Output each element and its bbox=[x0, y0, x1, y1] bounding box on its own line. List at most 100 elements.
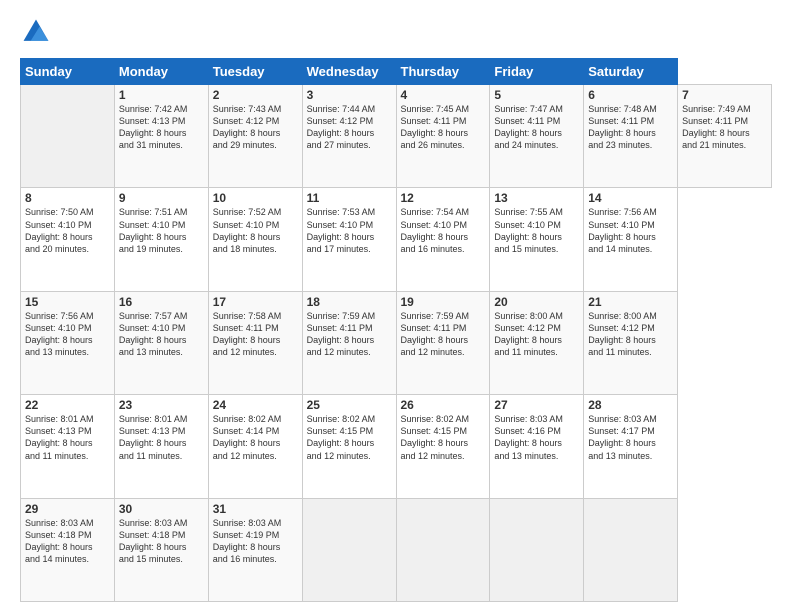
calendar-cell: 17Sunrise: 7:58 AM Sunset: 4:11 PM Dayli… bbox=[208, 291, 302, 394]
day-number: 3 bbox=[307, 88, 392, 102]
day-info: Sunrise: 7:54 AM Sunset: 4:10 PM Dayligh… bbox=[401, 206, 486, 255]
calendar-cell: 23Sunrise: 8:01 AM Sunset: 4:13 PM Dayli… bbox=[114, 395, 208, 498]
day-info: Sunrise: 8:01 AM Sunset: 4:13 PM Dayligh… bbox=[25, 413, 110, 462]
day-info: Sunrise: 8:00 AM Sunset: 4:12 PM Dayligh… bbox=[494, 310, 579, 359]
day-number: 17 bbox=[213, 295, 298, 309]
day-info: Sunrise: 7:48 AM Sunset: 4:11 PM Dayligh… bbox=[588, 103, 673, 152]
day-number: 8 bbox=[25, 191, 110, 205]
day-number: 25 bbox=[307, 398, 392, 412]
day-number: 28 bbox=[588, 398, 673, 412]
day-number: 10 bbox=[213, 191, 298, 205]
day-info: Sunrise: 7:51 AM Sunset: 4:10 PM Dayligh… bbox=[119, 206, 204, 255]
day-info: Sunrise: 7:59 AM Sunset: 4:11 PM Dayligh… bbox=[307, 310, 392, 359]
day-info: Sunrise: 7:43 AM Sunset: 4:12 PM Dayligh… bbox=[213, 103, 298, 152]
calendar-cell: 14Sunrise: 7:56 AM Sunset: 4:10 PM Dayli… bbox=[584, 188, 678, 291]
day-number: 22 bbox=[25, 398, 110, 412]
calendar-body: 1Sunrise: 7:42 AM Sunset: 4:13 PM Daylig… bbox=[21, 85, 772, 602]
calendar-cell: 18Sunrise: 7:59 AM Sunset: 4:11 PM Dayli… bbox=[302, 291, 396, 394]
calendar-cell: 28Sunrise: 8:03 AM Sunset: 4:17 PM Dayli… bbox=[584, 395, 678, 498]
day-number: 12 bbox=[401, 191, 486, 205]
weekday-header-wednesday: Wednesday bbox=[302, 59, 396, 85]
day-info: Sunrise: 8:03 AM Sunset: 4:18 PM Dayligh… bbox=[119, 517, 204, 566]
calendar-cell bbox=[490, 498, 584, 601]
calendar-cell: 8Sunrise: 7:50 AM Sunset: 4:10 PM Daylig… bbox=[21, 188, 115, 291]
calendar-cell bbox=[21, 85, 115, 188]
day-number: 21 bbox=[588, 295, 673, 309]
calendar-cell: 5Sunrise: 7:47 AM Sunset: 4:11 PM Daylig… bbox=[490, 85, 584, 188]
day-info: Sunrise: 7:56 AM Sunset: 4:10 PM Dayligh… bbox=[588, 206, 673, 255]
day-number: 18 bbox=[307, 295, 392, 309]
day-number: 23 bbox=[119, 398, 204, 412]
calendar-week-2: 8Sunrise: 7:50 AM Sunset: 4:10 PM Daylig… bbox=[21, 188, 772, 291]
calendar-week-4: 22Sunrise: 8:01 AM Sunset: 4:13 PM Dayli… bbox=[21, 395, 772, 498]
day-number: 13 bbox=[494, 191, 579, 205]
calendar-cell: 19Sunrise: 7:59 AM Sunset: 4:11 PM Dayli… bbox=[396, 291, 490, 394]
day-info: Sunrise: 8:03 AM Sunset: 4:17 PM Dayligh… bbox=[588, 413, 673, 462]
day-info: Sunrise: 7:50 AM Sunset: 4:10 PM Dayligh… bbox=[25, 206, 110, 255]
day-info: Sunrise: 7:55 AM Sunset: 4:10 PM Dayligh… bbox=[494, 206, 579, 255]
day-info: Sunrise: 7:44 AM Sunset: 4:12 PM Dayligh… bbox=[307, 103, 392, 152]
day-number: 1 bbox=[119, 88, 204, 102]
calendar-cell: 7Sunrise: 7:49 AM Sunset: 4:11 PM Daylig… bbox=[678, 85, 772, 188]
day-info: Sunrise: 8:02 AM Sunset: 4:14 PM Dayligh… bbox=[213, 413, 298, 462]
calendar: SundayMondayTuesdayWednesdayThursdayFrid… bbox=[20, 58, 772, 602]
calendar-cell: 13Sunrise: 7:55 AM Sunset: 4:10 PM Dayli… bbox=[490, 188, 584, 291]
day-number: 29 bbox=[25, 502, 110, 516]
day-number: 14 bbox=[588, 191, 673, 205]
calendar-cell: 16Sunrise: 7:57 AM Sunset: 4:10 PM Dayli… bbox=[114, 291, 208, 394]
day-info: Sunrise: 7:47 AM Sunset: 4:11 PM Dayligh… bbox=[494, 103, 579, 152]
weekday-header-thursday: Thursday bbox=[396, 59, 490, 85]
calendar-cell: 21Sunrise: 8:00 AM Sunset: 4:12 PM Dayli… bbox=[584, 291, 678, 394]
day-number: 19 bbox=[401, 295, 486, 309]
page: SundayMondayTuesdayWednesdayThursdayFrid… bbox=[0, 0, 792, 612]
day-number: 20 bbox=[494, 295, 579, 309]
calendar-cell: 9Sunrise: 7:51 AM Sunset: 4:10 PM Daylig… bbox=[114, 188, 208, 291]
calendar-cell: 6Sunrise: 7:48 AM Sunset: 4:11 PM Daylig… bbox=[584, 85, 678, 188]
day-info: Sunrise: 7:53 AM Sunset: 4:10 PM Dayligh… bbox=[307, 206, 392, 255]
day-info: Sunrise: 8:03 AM Sunset: 4:16 PM Dayligh… bbox=[494, 413, 579, 462]
day-info: Sunrise: 7:59 AM Sunset: 4:11 PM Dayligh… bbox=[401, 310, 486, 359]
weekday-header-saturday: Saturday bbox=[584, 59, 678, 85]
day-info: Sunrise: 7:56 AM Sunset: 4:10 PM Dayligh… bbox=[25, 310, 110, 359]
calendar-cell: 11Sunrise: 7:53 AM Sunset: 4:10 PM Dayli… bbox=[302, 188, 396, 291]
calendar-cell: 26Sunrise: 8:02 AM Sunset: 4:15 PM Dayli… bbox=[396, 395, 490, 498]
day-info: Sunrise: 7:45 AM Sunset: 4:11 PM Dayligh… bbox=[401, 103, 486, 152]
day-number: 31 bbox=[213, 502, 298, 516]
day-info: Sunrise: 8:02 AM Sunset: 4:15 PM Dayligh… bbox=[401, 413, 486, 462]
weekday-header-friday: Friday bbox=[490, 59, 584, 85]
day-info: Sunrise: 8:00 AM Sunset: 4:12 PM Dayligh… bbox=[588, 310, 673, 359]
calendar-cell bbox=[396, 498, 490, 601]
day-info: Sunrise: 8:03 AM Sunset: 4:18 PM Dayligh… bbox=[25, 517, 110, 566]
day-number: 15 bbox=[25, 295, 110, 309]
calendar-cell bbox=[584, 498, 678, 601]
day-number: 16 bbox=[119, 295, 204, 309]
weekday-row: SundayMondayTuesdayWednesdayThursdayFrid… bbox=[21, 59, 772, 85]
calendar-cell: 22Sunrise: 8:01 AM Sunset: 4:13 PM Dayli… bbox=[21, 395, 115, 498]
day-info: Sunrise: 7:42 AM Sunset: 4:13 PM Dayligh… bbox=[119, 103, 204, 152]
logo-icon bbox=[20, 16, 52, 48]
day-info: Sunrise: 8:02 AM Sunset: 4:15 PM Dayligh… bbox=[307, 413, 392, 462]
calendar-cell: 25Sunrise: 8:02 AM Sunset: 4:15 PM Dayli… bbox=[302, 395, 396, 498]
day-info: Sunrise: 7:58 AM Sunset: 4:11 PM Dayligh… bbox=[213, 310, 298, 359]
day-info: Sunrise: 7:57 AM Sunset: 4:10 PM Dayligh… bbox=[119, 310, 204, 359]
weekday-header-monday: Monday bbox=[114, 59, 208, 85]
day-number: 7 bbox=[682, 88, 767, 102]
calendar-cell: 30Sunrise: 8:03 AM Sunset: 4:18 PM Dayli… bbox=[114, 498, 208, 601]
day-number: 2 bbox=[213, 88, 298, 102]
day-info: Sunrise: 8:01 AM Sunset: 4:13 PM Dayligh… bbox=[119, 413, 204, 462]
calendar-week-5: 29Sunrise: 8:03 AM Sunset: 4:18 PM Dayli… bbox=[21, 498, 772, 601]
calendar-cell: 24Sunrise: 8:02 AM Sunset: 4:14 PM Dayli… bbox=[208, 395, 302, 498]
calendar-cell: 12Sunrise: 7:54 AM Sunset: 4:10 PM Dayli… bbox=[396, 188, 490, 291]
calendar-cell: 27Sunrise: 8:03 AM Sunset: 4:16 PM Dayli… bbox=[490, 395, 584, 498]
day-info: Sunrise: 7:52 AM Sunset: 4:10 PM Dayligh… bbox=[213, 206, 298, 255]
calendar-header: SundayMondayTuesdayWednesdayThursdayFrid… bbox=[21, 59, 772, 85]
day-info: Sunrise: 8:03 AM Sunset: 4:19 PM Dayligh… bbox=[213, 517, 298, 566]
header bbox=[20, 16, 772, 48]
day-number: 11 bbox=[307, 191, 392, 205]
calendar-week-3: 15Sunrise: 7:56 AM Sunset: 4:10 PM Dayli… bbox=[21, 291, 772, 394]
calendar-cell: 20Sunrise: 8:00 AM Sunset: 4:12 PM Dayli… bbox=[490, 291, 584, 394]
day-number: 6 bbox=[588, 88, 673, 102]
day-number: 26 bbox=[401, 398, 486, 412]
day-number: 4 bbox=[401, 88, 486, 102]
calendar-cell: 10Sunrise: 7:52 AM Sunset: 4:10 PM Dayli… bbox=[208, 188, 302, 291]
